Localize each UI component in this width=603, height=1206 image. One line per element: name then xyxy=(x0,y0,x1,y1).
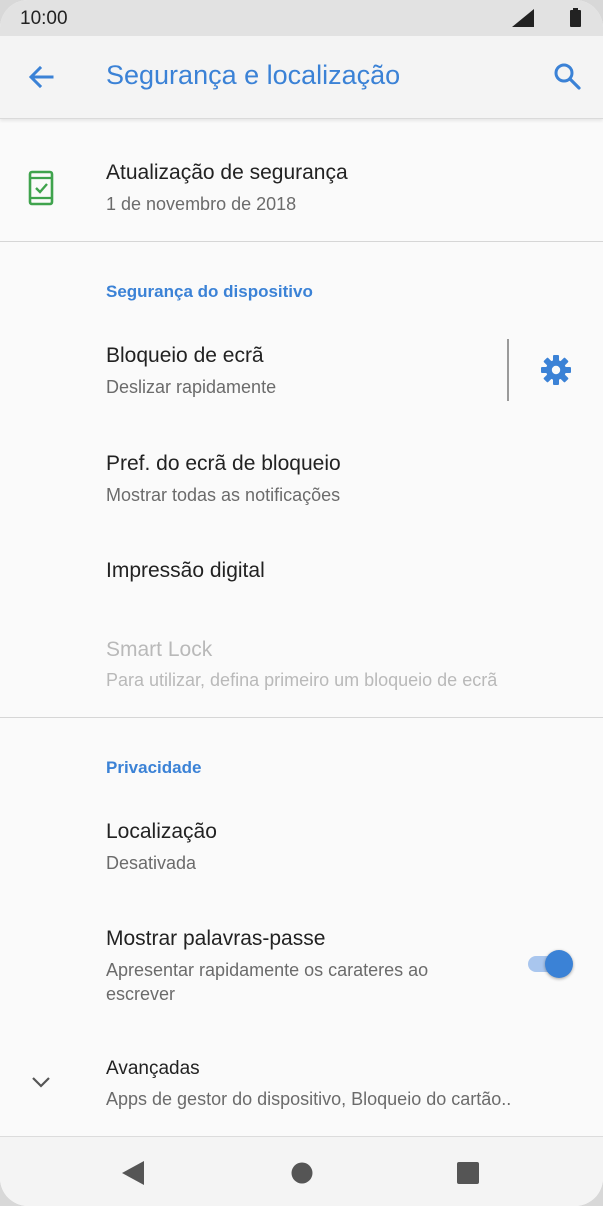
fingerprint-item[interactable]: Impressão digital xyxy=(0,530,603,614)
section-header-privacy: Privacidade xyxy=(106,758,202,777)
gear-icon[interactable] xyxy=(540,354,572,386)
chevron-down-icon xyxy=(32,1077,50,1088)
page-title: Segurança e localização xyxy=(106,60,401,90)
advanced-item[interactable]: Avançadas Apps de gestor do dispositivo,… xyxy=(0,1036,603,1134)
search-icon[interactable] xyxy=(552,61,582,91)
battery-icon xyxy=(570,8,581,27)
show-passwords-toggle[interactable] xyxy=(526,949,576,979)
show-passwords-summary-line1: Apresentar rapidamente os carateres ao xyxy=(106,960,429,980)
phone-screen: 10:00 Segurança e localização Atualizaçã… xyxy=(0,0,603,1206)
divider xyxy=(0,241,603,242)
show-passwords-title: Mostrar palavras-passe xyxy=(106,927,326,950)
smart-lock-title: Smart Lock xyxy=(106,638,213,661)
lock-screen-preferences-title: Pref. do ecrã de bloqueio xyxy=(106,452,341,475)
nav-recents-icon[interactable] xyxy=(457,1162,479,1184)
show-passwords-item[interactable]: Mostrar palavras-passe Apresentar rapida… xyxy=(0,905,603,1029)
fingerprint-title: Impressão digital xyxy=(106,559,265,582)
nav-home-icon[interactable] xyxy=(291,1162,313,1184)
screen-lock-item[interactable]: Bloqueio de ecrã Deslizar rapidamente xyxy=(0,322,603,418)
status-time: 10:00 xyxy=(20,8,68,29)
toggle-thumb xyxy=(545,950,573,978)
navigation-bar xyxy=(0,1136,603,1206)
advanced-summary: Apps de gestor do dispositivo, Bloqueio … xyxy=(106,1089,512,1109)
screen-lock-summary: Deslizar rapidamente xyxy=(106,377,277,397)
lock-screen-preferences-item[interactable]: Pref. do ecrã de bloqueio Mostrar todas … xyxy=(0,430,603,530)
location-item[interactable]: Localização Desativada xyxy=(0,798,603,898)
security-update-summary: 1 de novembro de 2018 xyxy=(106,194,297,214)
divider xyxy=(0,717,603,718)
screen-lock-title: Bloqueio de ecrã xyxy=(106,344,264,367)
shield-phone-icon xyxy=(28,170,54,206)
security-update-title: Atualização de segurança xyxy=(106,161,348,184)
lock-screen-preferences-summary: Mostrar todas as notificações xyxy=(106,485,341,505)
smart-lock-item: Smart Lock Para utilizar, defina primeir… xyxy=(0,616,603,716)
status-bar: 10:00 xyxy=(0,0,603,36)
smart-lock-summary: Para utilizar, defina primeiro um bloque… xyxy=(106,670,498,690)
show-passwords-summary-line2: escrever xyxy=(106,984,176,1004)
nav-back-icon[interactable] xyxy=(122,1161,144,1185)
signal-icon xyxy=(512,9,534,27)
advanced-title: Avançadas xyxy=(106,1058,200,1079)
security-update-item[interactable]: Atualização de segurança 1 de novembro d… xyxy=(0,140,603,240)
section-header-device-security: Segurança do dispositivo xyxy=(106,282,313,301)
vertical-divider xyxy=(507,339,509,401)
back-icon[interactable] xyxy=(26,62,56,92)
location-title: Localização xyxy=(106,820,217,843)
location-summary: Desativada xyxy=(106,853,197,873)
app-bar: Segurança e localização xyxy=(0,36,603,119)
